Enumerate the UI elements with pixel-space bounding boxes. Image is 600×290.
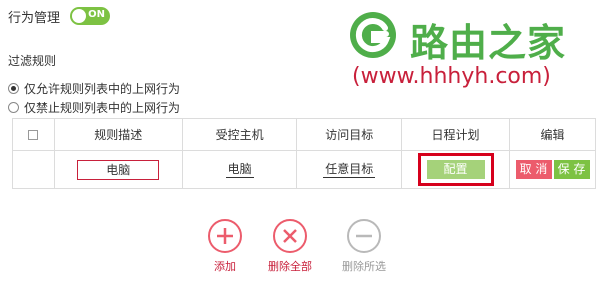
rules-table: 规则描述 受控主机 访问目标 日程计划 编辑 电脑 电脑 任意目标 配置 取 消… bbox=[12, 118, 596, 189]
host-cell: 电脑 bbox=[181, 150, 298, 189]
save-button[interactable]: 保 存 bbox=[553, 160, 590, 179]
delete-selected-label: 删除所选 bbox=[342, 260, 386, 273]
target-cell: 任意目标 bbox=[296, 150, 403, 189]
radio-allow[interactable] bbox=[8, 83, 19, 94]
delete-all-icon[interactable] bbox=[273, 219, 307, 253]
column-header-edit: 编辑 bbox=[509, 118, 596, 151]
delete-all-label: 删除全部 bbox=[268, 260, 312, 273]
column-header-schedule: 日程计划 bbox=[401, 118, 510, 151]
filter-option-allow-label: 仅允许规则列表中的上网行为 bbox=[24, 82, 181, 96]
table-header-row: 规则描述 受控主机 访问目标 日程计划 编辑 bbox=[12, 118, 596, 151]
column-header-target: 访问目标 bbox=[296, 118, 403, 151]
radio-deny[interactable] bbox=[8, 102, 19, 113]
page-title: 行为管理 bbox=[8, 10, 61, 26]
filter-option-deny[interactable]: 仅禁止规则列表中的上网行为 bbox=[8, 99, 180, 116]
column-header-host: 受控主机 bbox=[181, 118, 298, 151]
delete-selected-icon[interactable] bbox=[347, 219, 381, 253]
column-header-description: 规则描述 bbox=[53, 118, 183, 151]
select-all-cell bbox=[12, 118, 55, 151]
schedule-cell: 配置 bbox=[401, 150, 510, 189]
filter-option-allow[interactable]: 仅允许规则列表中的上网行为 bbox=[8, 80, 180, 97]
description-input[interactable]: 电脑 bbox=[77, 159, 160, 180]
page-header: 行为管理 ON bbox=[8, 6, 111, 26]
row-select-cell bbox=[12, 150, 55, 189]
watermark: 路由之家 (www.hhhyh.com) bbox=[340, 2, 598, 100]
add-icon[interactable] bbox=[208, 219, 242, 253]
toggle-knob bbox=[72, 9, 87, 23]
toggle-label: ON bbox=[88, 9, 106, 20]
watermark-url: (www.hhhyh.com) bbox=[352, 64, 551, 89]
behavior-toggle[interactable]: ON bbox=[70, 7, 111, 25]
cancel-button[interactable]: 取 消 bbox=[515, 160, 552, 179]
edit-cell: 取 消 保 存 bbox=[509, 150, 596, 189]
add-action[interactable]: 添加 bbox=[188, 219, 262, 274]
table-row: 电脑 电脑 任意目标 配置 取 消 保 存 bbox=[12, 150, 596, 189]
watermark-logo-icon bbox=[350, 12, 396, 58]
select-all-checkbox[interactable] bbox=[28, 130, 39, 140]
host-select[interactable]: 电脑 bbox=[225, 162, 254, 178]
schedule-highlight-box: 配置 bbox=[417, 153, 494, 186]
filter-option-deny-label: 仅禁止规则列表中的上网行为 bbox=[24, 101, 181, 115]
watermark-name: 路由之家 bbox=[410, 21, 567, 65]
edit-buttons: 取 消 保 存 bbox=[515, 160, 590, 179]
delete-selected-action[interactable]: 删除所选 bbox=[327, 219, 401, 274]
description-cell: 电脑 bbox=[53, 150, 183, 189]
delete-all-action[interactable]: 删除全部 bbox=[253, 219, 327, 274]
target-select[interactable]: 任意目标 bbox=[323, 162, 376, 178]
schedule-config-button[interactable]: 配置 bbox=[426, 160, 485, 179]
add-label: 添加 bbox=[214, 260, 236, 273]
filter-section-title: 过滤规则 bbox=[8, 54, 57, 68]
